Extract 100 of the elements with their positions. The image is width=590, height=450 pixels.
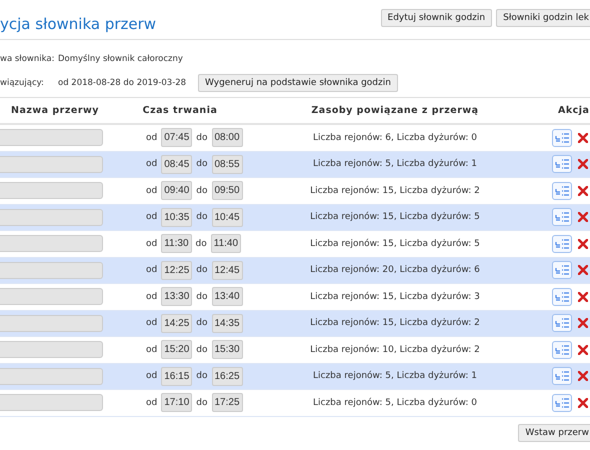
generate-button[interactable]: Wygeneruj na podstawie słownika godzin <box>198 74 398 92</box>
list-edit-button[interactable] <box>552 314 572 332</box>
list-edit-button[interactable] <box>552 182 572 200</box>
name-input-field[interactable] <box>0 341 103 358</box>
to-label: do <box>196 398 208 408</box>
start-time-field[interactable]: 12:25 <box>161 260 192 280</box>
resources-cell-text: Liczba rejonów: 15, Liczba dyżurów: 5 <box>309 238 481 249</box>
name-input-field[interactable] <box>0 182 103 200</box>
field-label: wiązujący: <box>0 78 45 88</box>
name-input-field[interactable] <box>0 156 103 173</box>
field-value: od 2018-08-28 do 2019-03-28 <box>58 78 188 88</box>
name-input-field[interactable] <box>0 262 103 279</box>
delete-icon[interactable] <box>578 265 588 276</box>
from-label: od <box>146 318 158 328</box>
from-label: od <box>146 186 158 196</box>
end-time-field[interactable]: 12:45 <box>212 260 243 280</box>
delete-icon[interactable] <box>578 186 588 196</box>
start-time-field[interactable]: 10:35 <box>161 208 192 227</box>
resources-cell-text: Liczba rejonów: 5, Liczba dyżurów: 0 <box>312 398 478 408</box>
end-time-field[interactable]: 17:25 <box>212 393 243 412</box>
to-label: do <box>196 344 208 355</box>
delete-icon[interactable] <box>578 212 588 222</box>
start-time-field[interactable]: 13:30 <box>161 287 192 306</box>
from-label: od <box>146 398 158 408</box>
list-edit-button[interactable] <box>552 340 572 359</box>
column-header: Czas trwania <box>142 105 218 116</box>
from-label: od <box>146 265 158 276</box>
resources-cell-text: Liczba rejonów: 15, Liczba dyżurów: 5 <box>309 212 481 222</box>
list-edit-button[interactable] <box>552 367 572 386</box>
from-label: od <box>146 132 158 143</box>
from-label: od <box>146 292 158 302</box>
delete-icon[interactable] <box>578 344 588 355</box>
insert-break-button[interactable]: Wstaw przerw <box>518 424 590 442</box>
name-input-field[interactable] <box>0 288 103 306</box>
list-edit-button[interactable] <box>552 234 572 253</box>
resources-cell-text: Liczba rejonów: 20, Liczba dyżurów: 6 <box>309 265 481 276</box>
list-edit-button[interactable] <box>552 128 572 147</box>
field-value: Domyślny słownik całoroczny <box>58 54 184 64</box>
resources-cell-text: Liczba rejonów: 10, Liczba dyżurów: 2 <box>309 344 481 355</box>
to-label: do <box>196 186 208 196</box>
from-label: od <box>146 238 158 249</box>
list-edit-button[interactable] <box>552 155 572 174</box>
column-header: Nazwa przerwy <box>10 105 100 116</box>
column-header: Akcja <box>557 105 590 116</box>
end-time-field[interactable]: 13:40 <box>212 287 243 306</box>
field-label: wa słownika: <box>0 54 56 64</box>
resources-cell-text: Liczba rejonów: 15, Liczba dyżurów: 2 <box>309 318 481 328</box>
to-label: do <box>196 159 208 170</box>
toolbar-button[interactable]: Edytuj słownik godzin <box>380 9 492 27</box>
delete-icon[interactable] <box>578 371 588 382</box>
column-header: Zasoby powiązane z przerwą <box>310 105 480 116</box>
list-edit-button[interactable] <box>552 261 572 280</box>
delete-icon[interactable] <box>578 159 588 170</box>
start-time-field[interactable]: 08:45 <box>161 154 192 174</box>
start-time-field[interactable]: 17:10 <box>161 393 192 412</box>
name-input-field[interactable] <box>0 235 103 252</box>
to-label: do <box>196 132 208 143</box>
delete-icon[interactable] <box>578 292 588 302</box>
start-time-field[interactable]: 14:25 <box>161 314 192 333</box>
end-time-field[interactable]: 15:30 <box>212 340 243 360</box>
resources-cell-text: Liczba rejonów: 5, Liczba dyżurów: 1 <box>312 371 478 382</box>
start-time-field[interactable]: 15:20 <box>161 340 192 360</box>
page-title: ycja słownika przerw <box>0 15 156 33</box>
name-input-field[interactable] <box>0 314 103 332</box>
name-input-field[interactable] <box>0 208 103 226</box>
start-time-field[interactable]: 07:45 <box>161 128 192 148</box>
end-time-field[interactable]: 10:45 <box>212 208 243 227</box>
from-label: od <box>146 344 158 355</box>
end-time-field[interactable]: 14:35 <box>212 314 243 333</box>
resources-cell-text: Liczba rejonów: 6, Liczba dyżurów: 0 <box>312 132 478 143</box>
delete-icon[interactable] <box>578 132 588 143</box>
resources-cell-text: Liczba rejonów: 15, Liczba dyżurów: 2 <box>309 186 481 196</box>
delete-icon[interactable] <box>578 318 588 328</box>
end-time-field[interactable]: 08:00 <box>212 128 243 148</box>
to-label: do <box>196 371 208 382</box>
list-edit-button[interactable] <box>552 208 572 226</box>
start-time-field[interactable]: 16:15 <box>161 366 192 386</box>
to-label: do <box>196 292 208 302</box>
delete-icon[interactable] <box>578 238 588 249</box>
delete-icon[interactable] <box>578 398 588 408</box>
resources-cell-text: Liczba rejonów: 15, Liczba dyżurów: 3 <box>309 292 481 302</box>
list-edit-button[interactable] <box>552 394 572 412</box>
end-time-field[interactable]: 08:55 <box>212 154 243 174</box>
to-label: do <box>196 212 208 222</box>
end-time-field[interactable]: 09:50 <box>212 181 243 200</box>
start-time-field[interactable]: 09:40 <box>161 181 192 200</box>
from-label: od <box>146 371 158 382</box>
name-input-field[interactable] <box>0 368 103 385</box>
start-time-field[interactable]: 11:30 <box>161 234 192 254</box>
from-label: od <box>146 212 158 222</box>
end-time-field[interactable]: 11:40 <box>210 234 242 254</box>
list-edit-button[interactable] <box>552 288 572 306</box>
to-label: do <box>196 238 207 249</box>
from-label: od <box>146 159 158 170</box>
name-input-field[interactable] <box>0 129 103 146</box>
toolbar-button[interactable]: Słowniki godzin lek <box>496 9 590 27</box>
to-label: do <box>196 265 208 276</box>
name-input-field[interactable] <box>0 394 103 412</box>
end-time-field[interactable]: 16:25 <box>212 366 243 386</box>
resources-cell-text: Liczba rejonów: 5, Liczba dyżurów: 1 <box>312 159 478 170</box>
